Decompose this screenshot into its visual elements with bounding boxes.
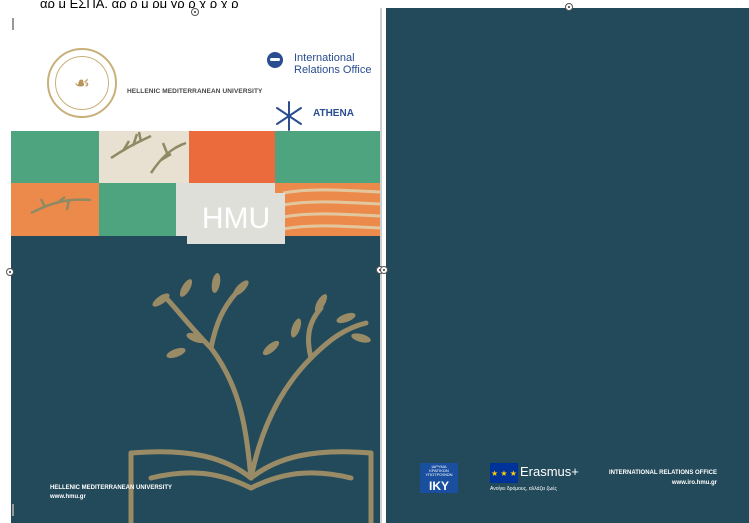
tile-green-2 — [275, 131, 380, 183]
resize-handle-top-right[interactable] — [565, 3, 573, 11]
tile-green-3 — [99, 183, 176, 236]
cover-footer-name: HELLENIC MEDITERRANEAN UNIVERSITY — [50, 485, 173, 491]
crop-mark — [12, 504, 14, 516]
top-strip-text: αρ μ ΕΣΠΑ, αρ ρ μ ρμ γρ ρ χ ρ χ ρ — [40, 0, 239, 8]
crop-mark — [12, 18, 14, 30]
university-name: HELLENIC MEDITERRANEAN UNIVERSITY — [127, 88, 263, 95]
athena-label: ATHENA — [313, 108, 354, 119]
erasmus-label: Erasmus+ — [520, 464, 579, 479]
back-cover-page[interactable] — [386, 8, 749, 523]
resize-handle-left[interactable] — [6, 268, 14, 276]
iro-globe-icon — [267, 52, 283, 68]
erasmus-subtitle: Ανοίγει δρόμους, αλλάζει ζωές — [490, 486, 557, 492]
footer-url: www.iro.hmu.gr — [671, 480, 717, 486]
footer-office: INTERNATIONAL RELATIONS OFFICE — [609, 470, 717, 476]
eu-flag-icon: ★ ★ ★ — [490, 463, 518, 483]
iky-top-text: ΙΔΡΥΜΑ ΚΡΑΤΙΚΩΝ ΥΠΟΤΡΟΦΙΩΝ — [425, 464, 453, 477]
tile-green-1 — [11, 131, 99, 183]
back-cover-footer: INTERNATIONAL RELATIONS OFFICE www.iro.h… — [600, 468, 717, 488]
front-cover-page[interactable]: ☙ HELLENIC MEDITERRANEAN UNIVERSITY Inte… — [11, 8, 380, 523]
iky-label: IKY — [428, 479, 449, 493]
tile-orange-1 — [189, 131, 275, 183]
seal-emblem: ☙ — [55, 56, 109, 110]
resize-handle-top[interactable] — [191, 8, 199, 16]
resize-handle-middle-2[interactable] — [380, 266, 388, 274]
cover-footer: HELLENIC MEDITERRANEAN UNIVERSITY www.hm… — [50, 484, 172, 502]
athena-star-icon — [276, 101, 302, 131]
iro-logo-text: International Relations Office — [294, 52, 372, 76]
hmu-label: HMU — [187, 193, 285, 244]
teal-block — [11, 236, 380, 523]
top-text-strip: αρ μ ΕΣΠΑ, αρ ρ μ ρμ γρ ρ χ ρ χ ρ — [0, 0, 749, 8]
tile-orange-2 — [11, 183, 99, 236]
university-seal-logo: ☙ — [47, 48, 117, 118]
cover-footer-url: www.hmu.gr — [50, 494, 86, 500]
